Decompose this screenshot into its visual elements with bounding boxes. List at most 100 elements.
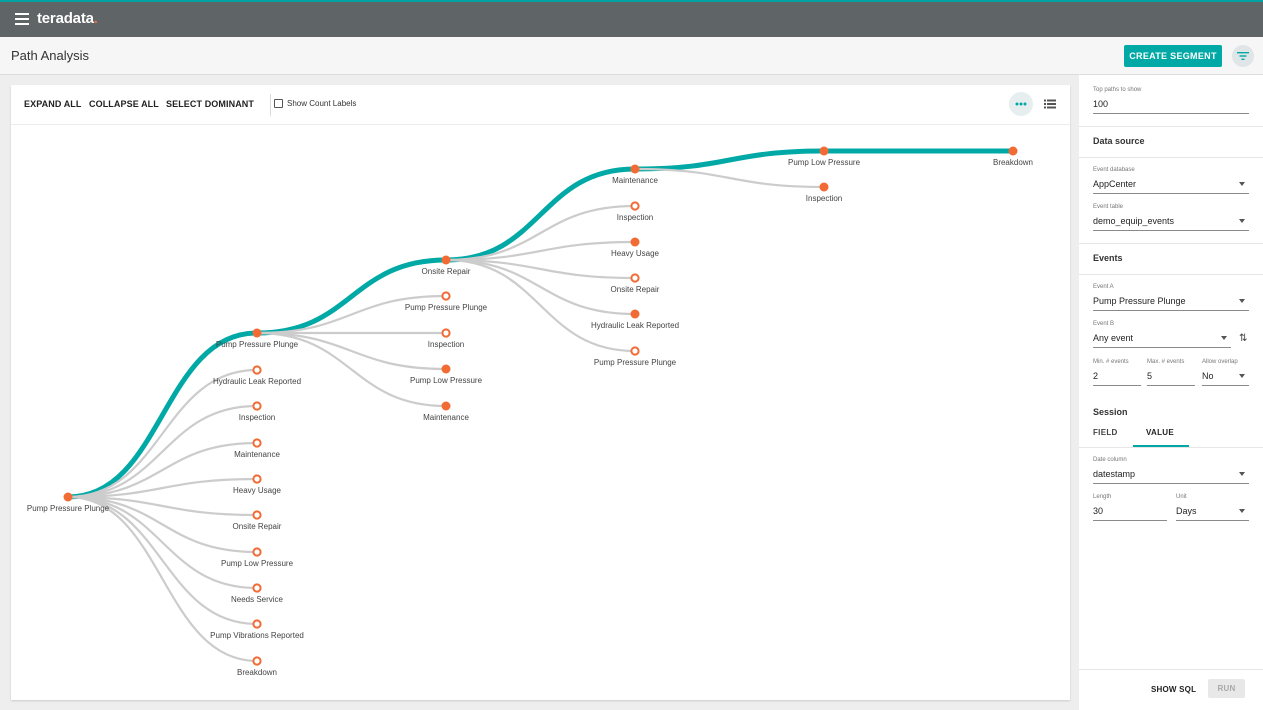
tree-node-l3-3[interactable] (630, 273, 640, 283)
tree-node-l2-4[interactable] (441, 401, 451, 411)
tree-node-l2-1[interactable] (441, 291, 451, 301)
tree-node-label: Onsite Repair (422, 267, 471, 276)
event-database-select[interactable]: Event database AppCenter (1093, 167, 1249, 195)
tree-node-l3-4[interactable] (630, 309, 640, 319)
filter-icon[interactable] (1232, 45, 1254, 67)
chevron-down-icon (1239, 374, 1245, 378)
tree-node-label: Pump Pressure Plunge (405, 303, 488, 312)
tree-node-label: Onsite Repair (233, 522, 282, 531)
show-count-labels-checkbox[interactable] (274, 99, 283, 108)
tree-node-l4-0[interactable] (819, 146, 829, 156)
tree-node-l2-0[interactable] (441, 255, 451, 265)
brand-logo: teradata. (37, 10, 98, 27)
tree-node-l4-1[interactable] (819, 182, 829, 192)
tree-node-l1-9[interactable] (252, 656, 262, 666)
length-field[interactable]: Length 30 (1093, 494, 1167, 522)
tree-node-label: Maintenance (423, 413, 469, 422)
page-header: Path Analysis CREATE SEGMENT (0, 37, 1263, 75)
tree-node-l1-8[interactable] (252, 619, 262, 629)
tree-node-label: Breakdown (993, 158, 1033, 167)
events-heading: Events (1093, 253, 1123, 263)
tree-node-l3-0[interactable] (630, 164, 640, 174)
tab-value[interactable]: VALUE (1146, 428, 1174, 437)
path-link (256, 294, 447, 335)
tree-node-label: Pump Low Pressure (221, 559, 294, 568)
tree-node-label: Inspection (617, 213, 653, 222)
top-paths-input[interactable]: 100 (1093, 99, 1108, 109)
tree-node-root[interactable] (63, 492, 73, 502)
show-count-labels-label: Show Count Labels (287, 99, 357, 108)
run-button[interactable]: RUN (1208, 679, 1245, 698)
tree-node-l2-3[interactable] (441, 364, 451, 374)
list-view-icon[interactable] (1044, 96, 1058, 110)
tree-node-label: Maintenance (234, 450, 280, 459)
dominant-path-link (67, 330, 258, 500)
swap-events-icon[interactable]: ⇅ (1239, 333, 1247, 344)
path-link (67, 368, 258, 499)
tree-node-l1-7[interactable] (252, 583, 262, 593)
tree-node-label: Inspection (239, 413, 275, 422)
unit-select[interactable]: Unit Days (1176, 494, 1249, 522)
select-dominant-button[interactable]: SELECT DOMINANT (166, 99, 254, 109)
top-paths-field[interactable]: Top paths to show 100 (1093, 87, 1249, 115)
tree-node-label: Pump Vibrations Reported (210, 631, 304, 640)
tree-node-l3-2[interactable] (630, 237, 640, 247)
tree-node-label: Pump Pressure Plunge (27, 504, 110, 513)
hamburger-menu-icon[interactable] (15, 12, 29, 26)
page-title: Path Analysis (11, 48, 90, 63)
path-link (256, 331, 447, 371)
tree-toolbar: EXPAND ALL COLLAPSE ALL SELECT DOMINANT … (11, 85, 1070, 125)
path-link (634, 167, 825, 189)
tree-node-label: Hydraulic Leak Reported (591, 321, 679, 330)
create-segment-button[interactable]: CREATE SEGMENT (1124, 45, 1222, 67)
tree-node-label: Needs Service (231, 595, 284, 604)
tree-node-l1-2[interactable] (252, 401, 262, 411)
tree-node-label: Pump Low Pressure (788, 158, 861, 167)
data-source-heading: Data source (1093, 136, 1145, 146)
tree-node-label: Breakdown (237, 668, 277, 677)
chevron-down-icon (1239, 219, 1245, 223)
top-bar: teradata. (0, 0, 1263, 37)
tree-node-label: Pump Pressure Plunge (594, 358, 677, 367)
chevron-down-icon (1239, 299, 1245, 303)
chevron-down-icon (1239, 182, 1245, 186)
tree-node-label: Heavy Usage (233, 486, 282, 495)
tree-node-l1-1[interactable] (252, 365, 262, 375)
chevron-down-icon (1221, 336, 1227, 340)
tab-field[interactable]: FIELD (1093, 428, 1118, 437)
tree-node-l1-6[interactable] (252, 547, 262, 557)
tree-node-l1-0[interactable] (252, 328, 262, 338)
collapse-all-button[interactable]: COLLAPSE ALL (89, 99, 159, 109)
event-table-select[interactable]: Event table demo_equip_events (1093, 204, 1249, 232)
settings-panel: Top paths to show 100 Data source Event … (1079, 75, 1263, 710)
tree-node-l1-4[interactable] (252, 474, 262, 484)
tree-node-l3-5[interactable] (630, 346, 640, 356)
tree-node-l2-2[interactable] (441, 328, 451, 338)
tree-view-icon[interactable] (1009, 92, 1033, 116)
tree-node-label: Onsite Repair (611, 285, 660, 294)
path-analysis-card: EXPAND ALL COLLAPSE ALL SELECT DOMINANT … (11, 85, 1070, 700)
tree-node-l1-3[interactable] (252, 438, 262, 448)
tree-node-label: Pump Low Pressure (410, 376, 483, 385)
expand-all-button[interactable]: EXPAND ALL (24, 99, 82, 109)
tree-node-l3-1[interactable] (630, 201, 640, 211)
tree-node-label: Hydraulic Leak Reported (213, 377, 301, 386)
tree-node-l5-0[interactable] (1008, 146, 1018, 156)
date-column-select[interactable]: Date column datestamp (1093, 457, 1249, 485)
toolbar-divider (270, 94, 271, 116)
event-b-select[interactable]: Event B Any event (1093, 321, 1231, 349)
min-events-field[interactable]: Min. # events 2 (1093, 359, 1141, 387)
tree-node-label: Heavy Usage (611, 249, 660, 258)
path-tree: Pump Pressure Plunge Pump Pressure Plunge… (27, 146, 1033, 677)
chevron-down-icon (1239, 509, 1245, 513)
session-heading: Session (1093, 407, 1128, 417)
dominant-path-link (445, 166, 636, 263)
max-events-field[interactable]: Max. # events 5 (1147, 359, 1195, 387)
show-sql-button[interactable]: SHOW SQL (1151, 685, 1196, 694)
tree-node-l1-5[interactable] (252, 510, 262, 520)
allow-overlap-select[interactable]: Allow overlap No (1202, 359, 1249, 387)
chevron-down-icon (1239, 472, 1245, 476)
tree-node-label: Inspection (806, 194, 842, 203)
tree-node-label: Pump Pressure Plunge (216, 340, 299, 349)
event-a-select[interactable]: Event A Pump Pressure Plunge (1093, 284, 1249, 312)
